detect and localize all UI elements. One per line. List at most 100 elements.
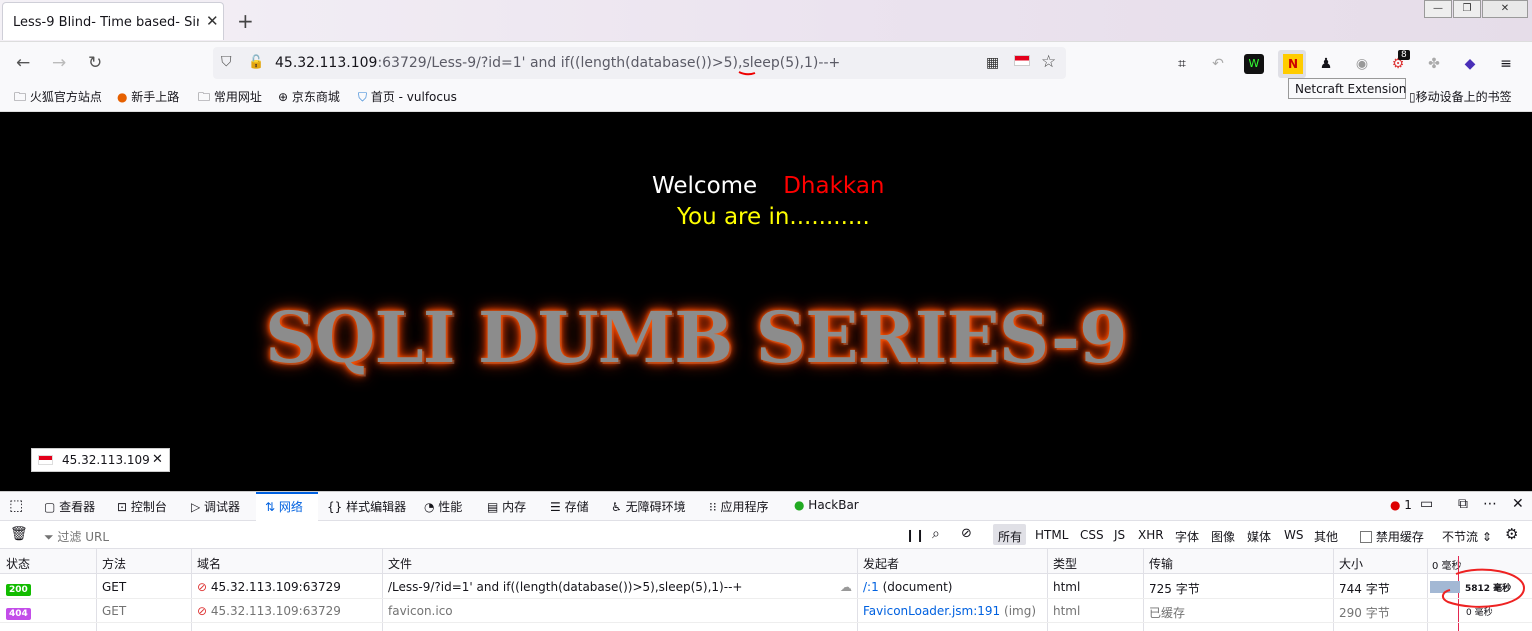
welcome-line: Welcome Dhakkan: [652, 173, 885, 199]
tab-application[interactable]: ⁝⁝ 应用程序: [709, 498, 768, 515]
filter-css[interactable]: CSS: [1080, 528, 1104, 542]
tab-title: Less-9 Blind- Time based- Single: [13, 15, 199, 30]
filter-js[interactable]: JS: [1114, 528, 1125, 542]
col-initiator[interactable]: 发起者: [863, 555, 899, 572]
method-cell: GET: [102, 580, 127, 594]
insecure-lock-icon[interactable]: 🔓: [248, 55, 264, 70]
puzzle-extension-icon[interactable]: ✤: [1424, 54, 1444, 74]
filter-icon: ⏷: [44, 530, 58, 544]
netcraft-icon: N: [1283, 54, 1303, 74]
tab-performance[interactable]: ◔ 性能: [424, 498, 462, 515]
bookmark-star-icon[interactable]: ☆: [1041, 52, 1056, 72]
initiator-cell[interactable]: /:1 (document): [863, 580, 952, 594]
spy-extension-icon[interactable]: ♟: [1316, 54, 1336, 74]
login-status: You are in...........: [677, 204, 870, 230]
insecure-icon: ⊘: [197, 604, 211, 618]
tab-strip: [0, 0, 1532, 42]
element-picker-icon[interactable]: ⬚: [9, 496, 23, 514]
tab-accessibility[interactable]: ♿ 无障碍环境: [611, 498, 686, 515]
singapore-flag-icon: [1014, 55, 1030, 66]
tab-style-editor[interactable]: {} 样式编辑器: [327, 498, 406, 515]
bookmark-item[interactable]: ⛉ 首页 - vulfocus: [358, 88, 457, 105]
bookmark-item[interactable]: ⊕ 京东商城: [278, 88, 340, 105]
menu-icon[interactable]: ≡: [1496, 54, 1516, 74]
status-badge: 404: [6, 605, 31, 620]
initiator-cell[interactable]: FaviconLoader.jsm:191 (img): [863, 604, 1036, 618]
filter-all[interactable]: 所有: [998, 528, 1022, 545]
memory-icon: ▤: [487, 500, 503, 514]
ip-text: 45.32.113.109: [62, 453, 150, 467]
close-window-icon[interactable]: ✕: [1482, 0, 1528, 18]
tab-console[interactable]: ⊡ 控制台: [117, 498, 167, 515]
url-text[interactable]: 45.32.113.109:63729/Less-9/?id=1' and if…: [275, 55, 840, 71]
crop-icon[interactable]: ⌗: [1172, 54, 1192, 74]
tab-memory[interactable]: ▤ 内存: [487, 498, 526, 515]
filter-url-input[interactable]: ⏷ 过滤 URL: [44, 528, 109, 545]
col-status[interactable]: 状态: [6, 555, 30, 572]
tab-storage[interactable]: ☰ 存储: [550, 498, 589, 515]
browser-tab[interactable]: Less-9 Blind- Time based- Single ✕: [2, 2, 224, 40]
filter-ws[interactable]: WS: [1284, 528, 1303, 542]
maximize-icon[interactable]: ❐: [1453, 0, 1481, 18]
col-type[interactable]: 类型: [1053, 555, 1077, 572]
checkbox[interactable]: [1360, 531, 1372, 543]
pause-icon[interactable]: ❙❙: [905, 528, 925, 542]
hackbar-extension-icon[interactable]: ◆: [1460, 54, 1480, 74]
col-transferred[interactable]: 传输: [1149, 555, 1173, 572]
new-tab-icon[interactable]: +: [237, 9, 254, 33]
tab-hackbar[interactable]: ● HackBar: [794, 498, 859, 512]
col-size[interactable]: 大小: [1339, 555, 1363, 572]
minimize-icon[interactable]: —: [1424, 0, 1452, 18]
file-cell: /Less-9/?id=1' and if((length(database()…: [388, 580, 743, 594]
tracking-icon: ☁: [840, 580, 852, 594]
tab-inspector[interactable]: ▢ 查看器: [44, 498, 95, 515]
close-tab-icon[interactable]: ✕: [206, 12, 219, 30]
shield-extension-icon[interactable]: W: [1244, 54, 1264, 74]
tab-debugger[interactable]: ▷ 调试器: [191, 498, 240, 515]
filter-other[interactable]: 其他: [1314, 528, 1338, 545]
bookmark-item[interactable]: 🗀 常用网址: [198, 88, 262, 109]
filter-html[interactable]: HTML: [1035, 528, 1068, 542]
col-file[interactable]: 文件: [388, 555, 412, 572]
dock-icon[interactable]: ⧉: [1458, 496, 1468, 512]
mobile-bookmarks[interactable]: ▯移动设备上的书签: [1409, 88, 1512, 105]
block-icon[interactable]: ⊘: [961, 526, 972, 541]
qr-code-icon[interactable]: ▦: [986, 55, 999, 71]
shield-icon[interactable]: ⛉: [221, 54, 232, 70]
undo-icon[interactable]: ↶: [1208, 54, 1228, 74]
filter-images[interactable]: 图像: [1211, 528, 1235, 545]
close-icon[interactable]: ✕: [152, 452, 163, 467]
tab-network[interactable]: ⇅ 网络: [265, 498, 303, 515]
search-icon[interactable]: ⌕: [932, 526, 940, 542]
filter-fonts[interactable]: 字体: [1175, 528, 1199, 545]
insecure-icon: ⊘: [197, 580, 211, 594]
close-devtools-icon[interactable]: ✕: [1512, 496, 1524, 512]
more-options-icon[interactable]: ⋯: [1483, 496, 1497, 512]
storage-icon: ☰: [550, 500, 565, 514]
error-count[interactable]: ● 1: [1390, 498, 1412, 512]
split-console-icon[interactable]: ▭: [1420, 496, 1433, 512]
throttle-select[interactable]: 不节流 ⇕: [1442, 528, 1492, 545]
col-domain[interactable]: 域名: [197, 555, 221, 572]
trash-icon[interactable]: 🗑: [10, 526, 28, 542]
network-icon: ⇅: [265, 500, 279, 514]
forward-icon[interactable]: →: [52, 53, 66, 73]
red-annotation-circle: [1442, 568, 1526, 608]
filter-media[interactable]: 媒体: [1247, 528, 1271, 545]
filter-xhr[interactable]: XHR: [1138, 528, 1164, 542]
back-icon[interactable]: ←: [16, 53, 30, 73]
disable-cache-toggle[interactable]: 禁用缓存: [1360, 528, 1424, 545]
gauge-icon: ◔: [424, 500, 439, 514]
bookmark-item[interactable]: ● 新手上路: [117, 88, 179, 105]
ip-indicator[interactable]: 45.32.113.109 ✕: [31, 448, 170, 472]
accessibility-icon: ♿: [611, 500, 626, 514]
reload-icon[interactable]: ↻: [88, 53, 102, 73]
vulfocus-shield-icon: ⛉: [358, 90, 371, 104]
type-cell: html: [1053, 580, 1081, 594]
settings-gear-icon[interactable]: ⚙: [1505, 525, 1518, 543]
col-method[interactable]: 方法: [102, 555, 126, 572]
circle-extension-icon[interactable]: ◉: [1352, 54, 1372, 74]
bookmark-item[interactable]: 🗀 火狐官方站点: [14, 88, 102, 109]
singapore-flag-icon: [38, 455, 53, 465]
debugger-icon: ▷: [191, 500, 205, 514]
